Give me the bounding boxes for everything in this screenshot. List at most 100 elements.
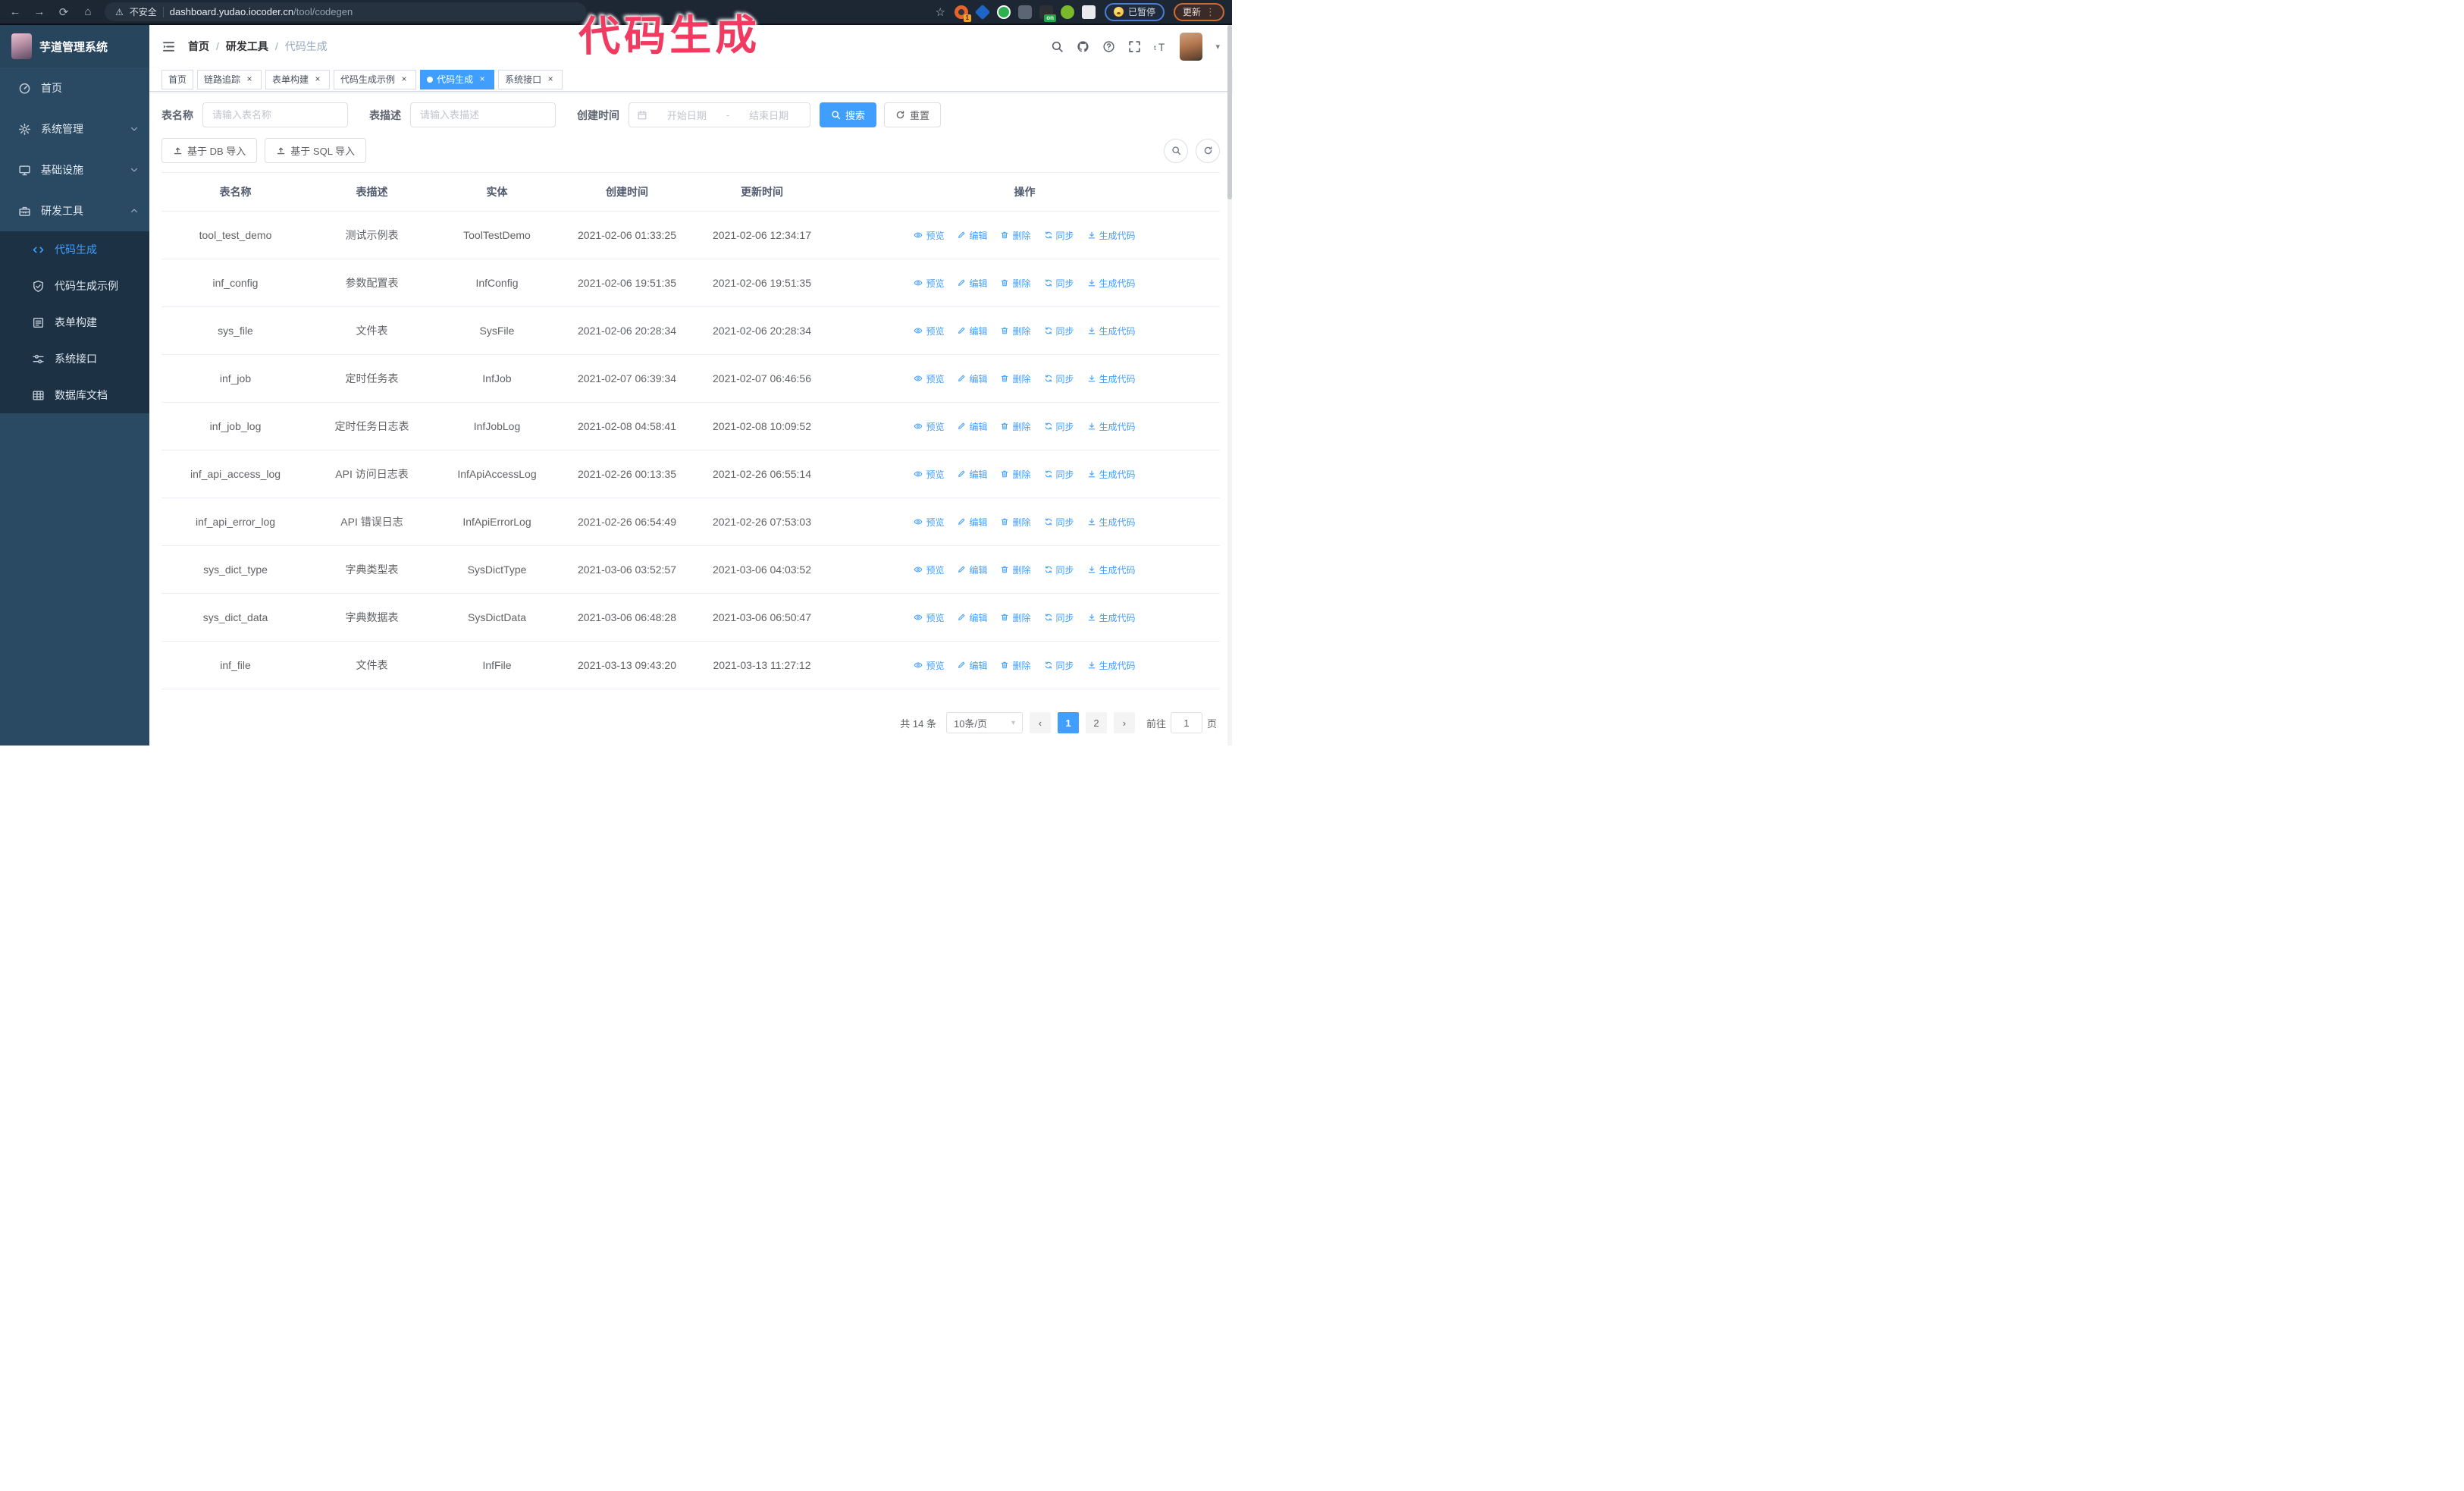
- tab-代码生成[interactable]: 代码生成 ×: [420, 69, 495, 89]
- action-删除[interactable]: 删除: [1000, 516, 1031, 529]
- extension-icon[interactable]: [1017, 5, 1032, 19]
- user-menu-caret-icon[interactable]: ▾: [1215, 42, 1220, 52]
- action-删除[interactable]: 删除: [1000, 277, 1031, 290]
- tab-表单构建[interactable]: 表单构建 ×: [265, 69, 331, 89]
- next-page-button[interactable]: ›: [1113, 712, 1135, 733]
- app-logo[interactable]: 芋道管理系统: [0, 25, 149, 67]
- action-删除[interactable]: 删除: [1000, 325, 1031, 337]
- browser-back-icon[interactable]: ←: [8, 5, 23, 18]
- action-删除[interactable]: 删除: [1000, 468, 1031, 481]
- action-编辑[interactable]: 编辑: [957, 516, 987, 529]
- action-同步[interactable]: 同步: [1044, 659, 1074, 672]
- action-编辑[interactable]: 编辑: [957, 372, 987, 385]
- action-编辑[interactable]: 编辑: [957, 325, 987, 337]
- action-同步[interactable]: 同步: [1044, 611, 1074, 624]
- action-生成代码[interactable]: 生成代码: [1087, 611, 1136, 624]
- action-生成代码[interactable]: 生成代码: [1087, 420, 1136, 433]
- action-预览[interactable]: 预览: [914, 325, 944, 337]
- browser-forward-icon[interactable]: →: [32, 5, 47, 18]
- sidebar-item-研发工具[interactable]: 研发工具: [0, 190, 149, 231]
- sidebar-item-代码生成示例[interactable]: 代码生成示例: [0, 268, 149, 304]
- action-编辑[interactable]: 编辑: [957, 611, 987, 624]
- action-预览[interactable]: 预览: [914, 611, 944, 624]
- close-icon[interactable]: ×: [312, 74, 323, 85]
- sidebar-item-基础设施[interactable]: 基础设施: [0, 149, 149, 190]
- action-生成代码[interactable]: 生成代码: [1087, 277, 1136, 290]
- action-编辑[interactable]: 编辑: [957, 563, 987, 576]
- close-icon[interactable]: ×: [477, 74, 487, 85]
- hamburger-icon[interactable]: [161, 39, 176, 54]
- close-icon[interactable]: ×: [244, 74, 255, 85]
- action-同步[interactable]: 同步: [1044, 563, 1074, 576]
- action-删除[interactable]: 删除: [1000, 611, 1031, 624]
- action-同步[interactable]: 同步: [1044, 516, 1074, 529]
- extension-icon[interactable]: on: [1039, 5, 1056, 22]
- address-bar[interactable]: ⚠ 不安全 dashboard.yudao.iocoder.cn/tool/co…: [105, 2, 586, 21]
- action-预览[interactable]: 预览: [914, 516, 944, 529]
- page-scrollbar[interactable]: [1227, 25, 1232, 746]
- page-button-2[interactable]: 2: [1085, 712, 1107, 733]
- action-编辑[interactable]: 编辑: [957, 468, 987, 481]
- sidebar-item-数据库文档[interactable]: 数据库文档: [0, 377, 149, 413]
- action-预览[interactable]: 预览: [914, 563, 944, 576]
- search-icon[interactable]: [1051, 40, 1064, 53]
- action-生成代码[interactable]: 生成代码: [1087, 563, 1136, 576]
- puzzle-extensions-icon[interactable]: [1081, 5, 1096, 19]
- action-删除[interactable]: 删除: [1000, 563, 1031, 576]
- action-预览[interactable]: 预览: [914, 277, 944, 290]
- action-预览[interactable]: 预览: [914, 659, 944, 672]
- tab-代码生成示例[interactable]: 代码生成示例 ×: [334, 69, 417, 89]
- action-编辑[interactable]: 编辑: [957, 420, 987, 433]
- extension-icon[interactable]: [974, 4, 991, 20]
- action-同步[interactable]: 同步: [1044, 325, 1074, 337]
- tab-链路追踪[interactable]: 链路追踪 ×: [197, 69, 262, 89]
- action-生成代码[interactable]: 生成代码: [1087, 372, 1136, 385]
- action-生成代码[interactable]: 生成代码: [1087, 659, 1136, 672]
- sidebar-item-代码生成[interactable]: 代码生成: [0, 231, 149, 268]
- action-生成代码[interactable]: 生成代码: [1087, 468, 1136, 481]
- font-size-icon[interactable]: tT: [1154, 40, 1167, 53]
- goto-page-input[interactable]: [1170, 712, 1202, 733]
- user-avatar[interactable]: [1180, 32, 1203, 61]
- action-编辑[interactable]: 编辑: [957, 659, 987, 672]
- table-name-input[interactable]: [202, 102, 348, 127]
- action-同步[interactable]: 同步: [1044, 277, 1074, 290]
- search-button[interactable]: 搜索: [820, 102, 877, 127]
- table-desc-input[interactable]: [410, 102, 556, 127]
- action-删除[interactable]: 删除: [1000, 659, 1031, 672]
- page-size-select[interactable]: 10条/页 ▾: [945, 712, 1023, 733]
- tab-首页[interactable]: 首页: [161, 69, 194, 89]
- action-预览[interactable]: 预览: [914, 420, 944, 433]
- action-编辑[interactable]: 编辑: [957, 229, 987, 242]
- action-同步[interactable]: 同步: [1044, 420, 1074, 433]
- github-icon[interactable]: [1077, 40, 1089, 53]
- close-icon[interactable]: ×: [545, 74, 556, 85]
- action-同步[interactable]: 同步: [1044, 468, 1074, 481]
- prev-page-button[interactable]: ‹: [1029, 712, 1051, 733]
- action-编辑[interactable]: 编辑: [957, 277, 987, 290]
- action-删除[interactable]: 删除: [1000, 420, 1031, 433]
- action-预览[interactable]: 预览: [914, 372, 944, 385]
- action-生成代码[interactable]: 生成代码: [1087, 229, 1136, 242]
- extension-icon[interactable]: [996, 5, 1011, 19]
- import-sql-button[interactable]: 基于 SQL 导入: [265, 138, 367, 163]
- extension-icon[interactable]: [1060, 5, 1074, 19]
- breadcrumb-item[interactable]: 研发工具: [226, 39, 268, 54]
- bookmark-star-icon[interactable]: ☆: [936, 5, 945, 19]
- close-icon[interactable]: ×: [399, 74, 409, 85]
- browser-home-icon[interactable]: ⌂: [80, 5, 96, 18]
- action-删除[interactable]: 删除: [1000, 229, 1031, 242]
- action-生成代码[interactable]: 生成代码: [1087, 325, 1136, 337]
- sidebar-item-系统接口[interactable]: 系统接口: [0, 341, 149, 377]
- import-db-button[interactable]: 基于 DB 导入: [161, 138, 258, 163]
- breadcrumb-item[interactable]: 首页: [188, 39, 209, 54]
- action-预览[interactable]: 预览: [914, 468, 944, 481]
- browser-menu-icon[interactable]: ⋮: [1205, 6, 1215, 18]
- action-生成代码[interactable]: 生成代码: [1087, 516, 1136, 529]
- sidebar-item-表单构建[interactable]: 表单构建: [0, 304, 149, 341]
- extension-icon[interactable]: 1: [954, 5, 971, 22]
- action-预览[interactable]: 预览: [914, 229, 944, 242]
- profile-paused-pill[interactable]: 已暂停: [1104, 2, 1165, 21]
- browser-reload-icon[interactable]: ⟳: [56, 5, 71, 19]
- chrome-update-button[interactable]: 更新 ⋮: [1173, 2, 1224, 21]
